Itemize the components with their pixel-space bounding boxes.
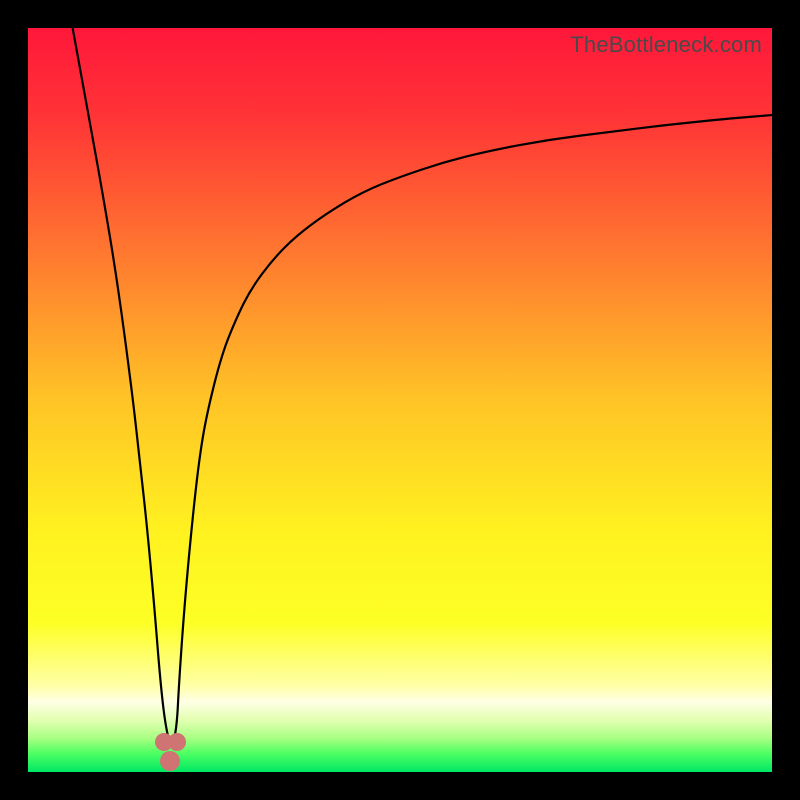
bottleneck-curve xyxy=(73,28,772,744)
marker-valley-right xyxy=(168,733,186,751)
marker-valley-bottom xyxy=(160,751,180,771)
plot-area: TheBottleneck.com xyxy=(28,28,772,772)
curve-layer xyxy=(28,28,772,772)
outer-frame: TheBottleneck.com xyxy=(0,0,800,800)
